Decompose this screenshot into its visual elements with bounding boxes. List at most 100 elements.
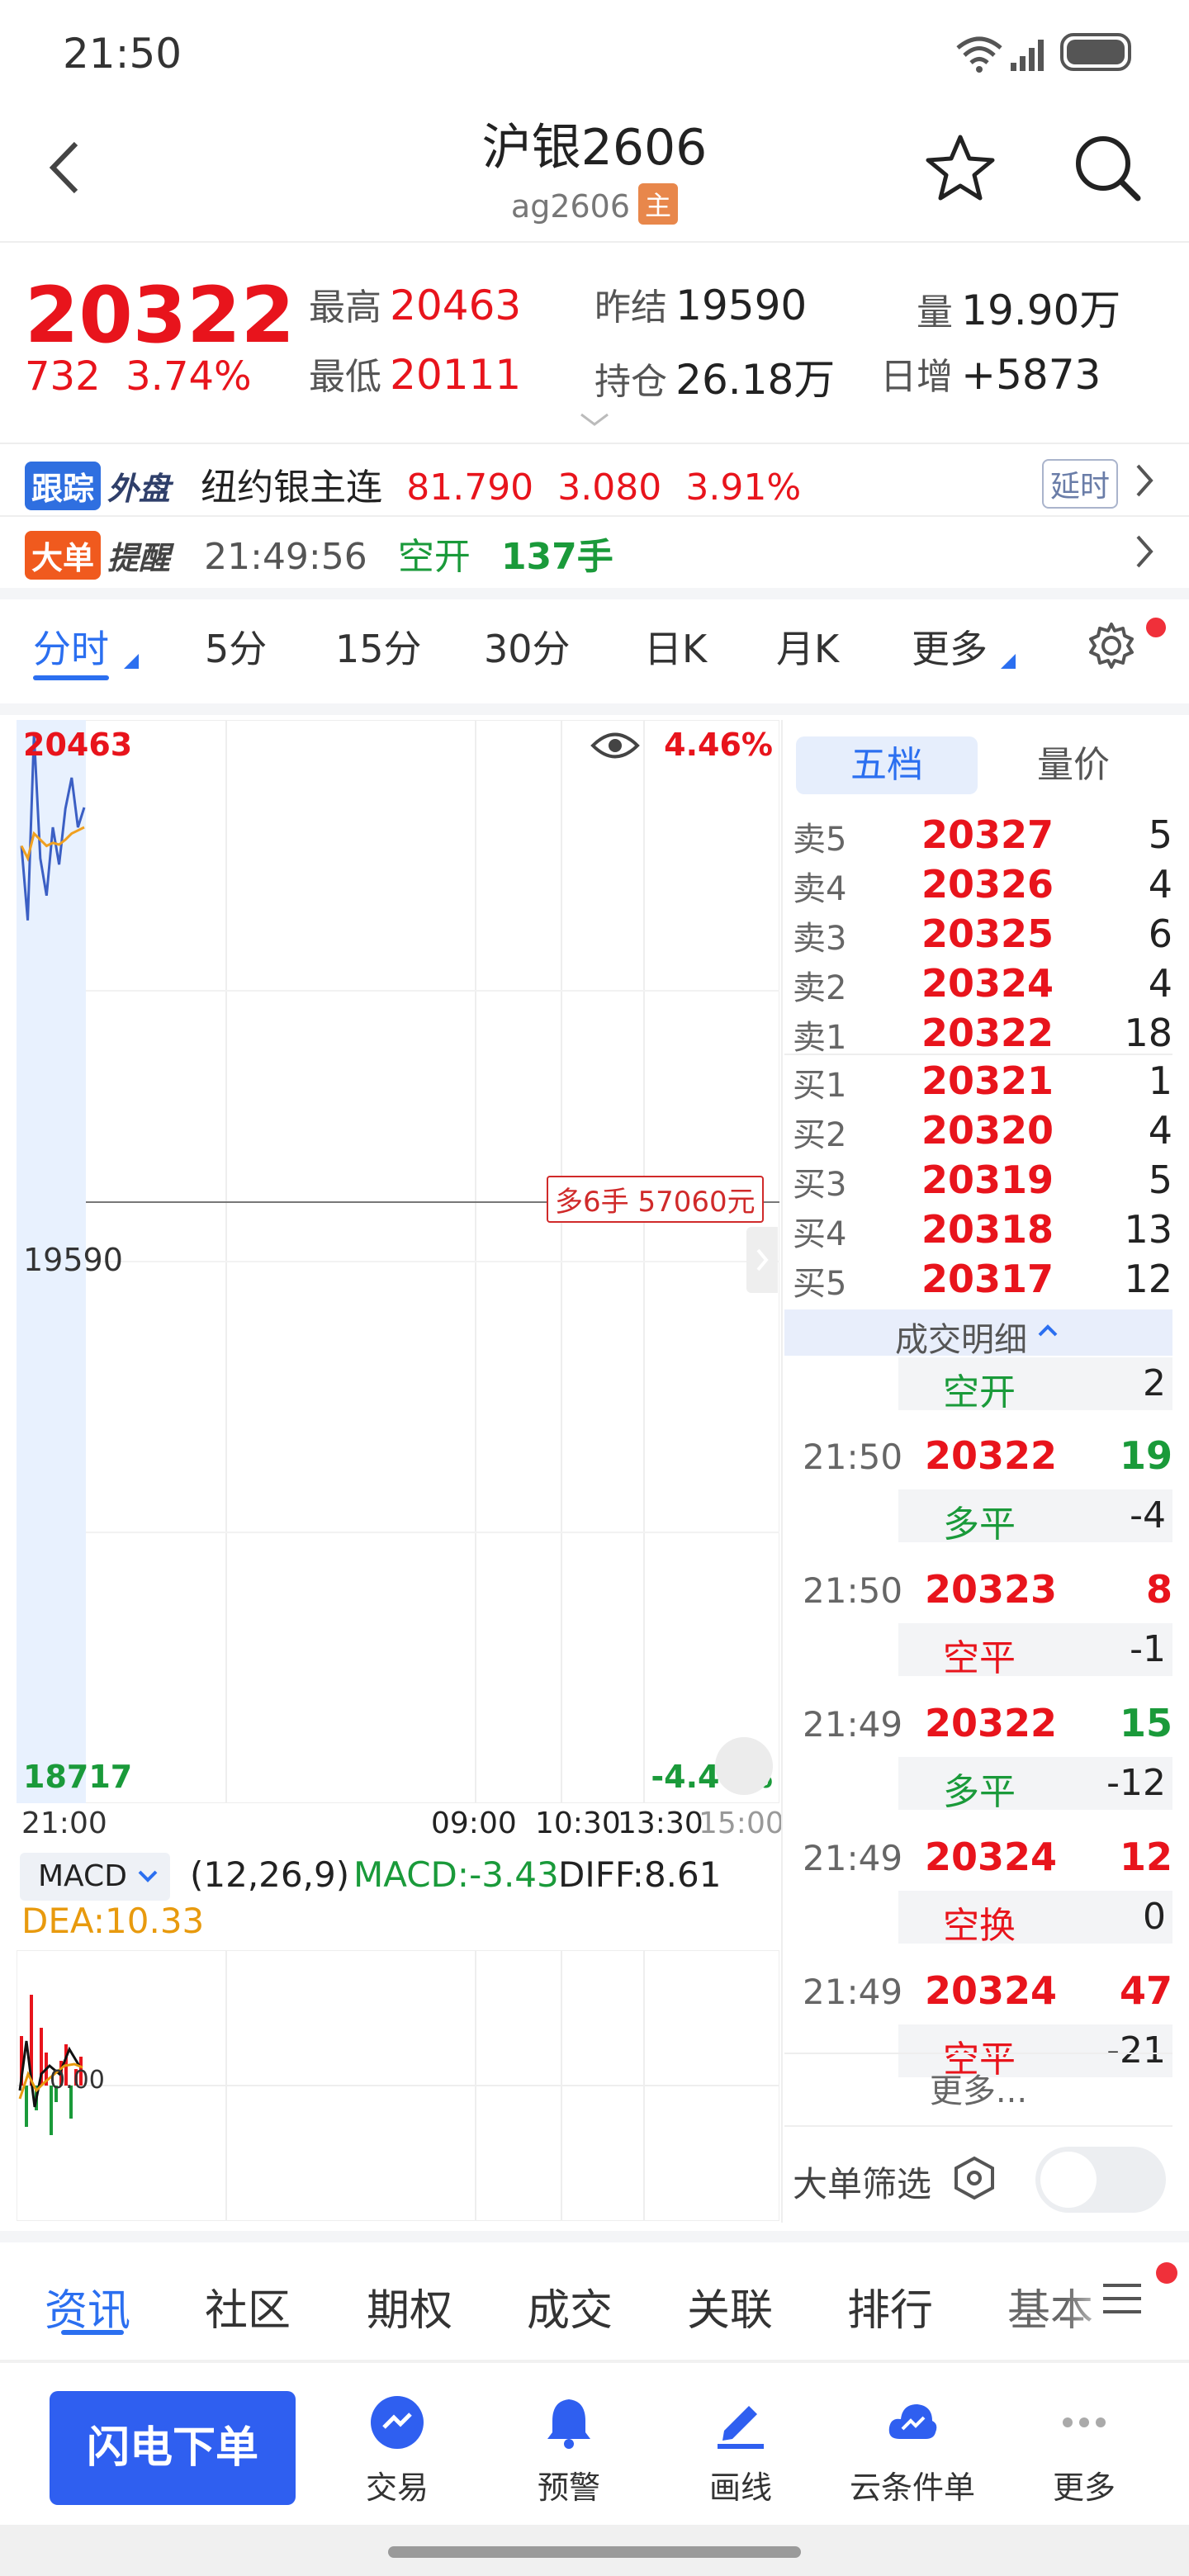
price-change: 732 3.74% bbox=[25, 353, 252, 400]
more-trades-link[interactable]: 更多... bbox=[784, 2064, 1172, 2112]
diff-value: 8.61 bbox=[643, 1854, 722, 1895]
tab-related[interactable]: 关联 bbox=[687, 2275, 773, 2337]
delay-badge: 延时 bbox=[1042, 459, 1119, 509]
bid-level-row[interactable]: 买1 20321 1 bbox=[793, 1058, 1172, 1108]
bid-level-row[interactable]: 买4 20318 13 bbox=[793, 1207, 1172, 1257]
menu-icon[interactable] bbox=[1101, 2280, 1143, 2317]
tab-daily-k[interactable]: 日K bbox=[644, 619, 707, 674]
low-value: 20111 bbox=[390, 351, 522, 399]
search-icon[interactable] bbox=[1072, 132, 1143, 203]
settings-gear-icon[interactable] bbox=[1087, 621, 1136, 670]
ask-level-row[interactable]: 卖3 20325 6 bbox=[793, 912, 1172, 961]
trade-row: 21:49 20322 15 bbox=[793, 1699, 1172, 1749]
tab-community[interactable]: 社区 bbox=[205, 2275, 291, 2337]
battery-icon bbox=[1060, 33, 1131, 71]
trade-sub-row: 空开 2 bbox=[898, 1357, 1172, 1413]
tab-ranking[interactable]: 排行 bbox=[847, 2275, 933, 2337]
ask-level-row[interactable]: 卖1 20322 18 bbox=[793, 1011, 1172, 1060]
trade-sub-type: 空平 bbox=[943, 1637, 1016, 1679]
ask-level-volume: 5 bbox=[1148, 812, 1172, 857]
foreign-price: 81.790 bbox=[406, 466, 534, 509]
favorite-star-icon[interactable] bbox=[923, 132, 997, 203]
cloud-order-action[interactable]: 云条件单 bbox=[842, 2394, 983, 2507]
page-title: 沪银2606 bbox=[481, 119, 708, 177]
macd-chart[interactable]: 0.00 bbox=[16, 1949, 780, 2222]
panel-toggle[interactable] bbox=[746, 1227, 778, 1293]
divider bbox=[784, 2125, 1172, 2127]
trade-row: 21:49 20324 47 bbox=[793, 1967, 1172, 2016]
open-interest-label: 持仓 bbox=[594, 361, 667, 403]
trade-price: 20324 bbox=[925, 1968, 1058, 2013]
trade-sub-qty: 2 bbox=[1143, 1362, 1166, 1404]
trade-sub-qty: 0 bbox=[1143, 1896, 1166, 1938]
diff-label: DIFF: bbox=[558, 1854, 644, 1895]
ask-level-row[interactable]: 卖4 20326 4 bbox=[793, 862, 1172, 912]
ask-level-row[interactable]: 卖5 20327 5 bbox=[793, 812, 1172, 862]
big-order-qty: 137手 bbox=[500, 536, 613, 578]
chevron-down-icon bbox=[138, 1870, 158, 1882]
big-order-time: 21:49:56 bbox=[204, 536, 367, 578]
draw-line-action[interactable]: 画线 bbox=[670, 2394, 811, 2507]
trade-price: 20322 bbox=[925, 1433, 1058, 1478]
trade-row: 21:50 20322 19 bbox=[793, 1432, 1172, 1481]
ask-level-price: 20324 bbox=[921, 961, 1054, 1006]
filter-hexagon-icon[interactable] bbox=[951, 2155, 997, 2201]
trade-detail-title: 成交明细 bbox=[895, 1321, 1027, 1359]
panel-divider bbox=[781, 720, 783, 2223]
home-indicator[interactable] bbox=[388, 2546, 801, 2558]
notification-dot bbox=[1156, 2262, 1177, 2284]
bid-level-row[interactable]: 买3 20319 5 bbox=[793, 1158, 1172, 1207]
ask-level-price: 20322 bbox=[921, 1011, 1054, 1055]
trade-action[interactable]: 交易 bbox=[327, 2394, 467, 2507]
trade-time: 21:49 bbox=[803, 1704, 903, 1745]
tab-volume-price[interactable]: 量价 bbox=[983, 736, 1164, 794]
big-order-filter-toggle[interactable] bbox=[1035, 2147, 1166, 2213]
trade-icon bbox=[371, 2396, 424, 2449]
indicator-selector[interactable]: MACD bbox=[20, 1853, 170, 1901]
tab-more[interactable]: 更多 bbox=[912, 619, 988, 674]
trade-sub-row: 空换 0 bbox=[898, 1891, 1172, 1947]
reset-view-button[interactable] bbox=[715, 1737, 773, 1795]
flash-order-button[interactable]: 闪电下单 bbox=[50, 2391, 296, 2505]
chart-top-pct: 4.46% bbox=[664, 727, 773, 763]
trade-time: 21:50 bbox=[803, 1437, 903, 1477]
big-order-tag: 大单 bbox=[25, 531, 102, 580]
bid-level-label: 买3 bbox=[793, 1166, 847, 1204]
intraday-chart[interactable]: 20463 4.46% 19590 18717 -4.46% 多6手 57060… bbox=[17, 720, 779, 1803]
more-action[interactable]: 更多 bbox=[1014, 2394, 1154, 2507]
eye-icon[interactable] bbox=[590, 725, 641, 766]
tab-five-levels[interactable]: 五档 bbox=[796, 736, 978, 794]
main-badge: 主 bbox=[638, 183, 679, 225]
foreign-market-row[interactable]: 跟踪 外盘 纽约银主连 81.790 3.080 3.91% bbox=[25, 457, 1181, 510]
chevron-right-icon[interactable] bbox=[1135, 462, 1154, 499]
tab-intraday[interactable]: 分时 bbox=[33, 619, 109, 674]
ask-level-price: 20325 bbox=[921, 912, 1054, 956]
trade-sub-type: 空换 bbox=[943, 1905, 1016, 1947]
open-interest-value: 26.18万 bbox=[675, 356, 836, 404]
trade-sub-row: 空平 -1 bbox=[898, 1623, 1172, 1679]
tab-options[interactable]: 期权 bbox=[367, 2275, 452, 2337]
position-marker[interactable]: 多6手 57060元 bbox=[547, 1176, 764, 1223]
tab-30min[interactable]: 30分 bbox=[484, 619, 571, 674]
chevron-right-icon[interactable] bbox=[1135, 533, 1154, 570]
tab-monthly-k[interactable]: 月K bbox=[776, 619, 839, 674]
tab-15min[interactable]: 15分 bbox=[335, 619, 422, 674]
tab-trades[interactable]: 成交 bbox=[527, 2275, 613, 2337]
trade-sub-qty: -1 bbox=[1130, 1628, 1166, 1670]
ask-level-price: 20327 bbox=[921, 812, 1054, 857]
expand-chevron-icon[interactable] bbox=[578, 411, 611, 428]
trade-sub-row: 多平 -4 bbox=[898, 1489, 1172, 1546]
bid-level-row[interactable]: 买5 20317 12 bbox=[793, 1257, 1172, 1306]
divider bbox=[0, 515, 1189, 517]
big-order-row[interactable]: 大单 提醒 21:49:56 空开 137手 bbox=[25, 527, 1131, 580]
alert-action[interactable]: 预警 bbox=[499, 2394, 639, 2507]
macd-value: -3.43 bbox=[469, 1854, 559, 1895]
trade-detail-header[interactable]: 成交明细 bbox=[784, 1309, 1172, 1359]
bid-level-row[interactable]: 买2 20320 4 bbox=[793, 1108, 1172, 1158]
trade-sub-type: 多平 bbox=[943, 1503, 1016, 1546]
active-tab-indicator bbox=[33, 675, 109, 680]
trade-sub-type: 多平 bbox=[943, 1771, 1016, 1813]
tab-5min[interactable]: 5分 bbox=[205, 619, 267, 674]
ask-level-row[interactable]: 卖2 20324 4 bbox=[793, 961, 1172, 1011]
tab-news[interactable]: 资讯 bbox=[45, 2275, 130, 2337]
